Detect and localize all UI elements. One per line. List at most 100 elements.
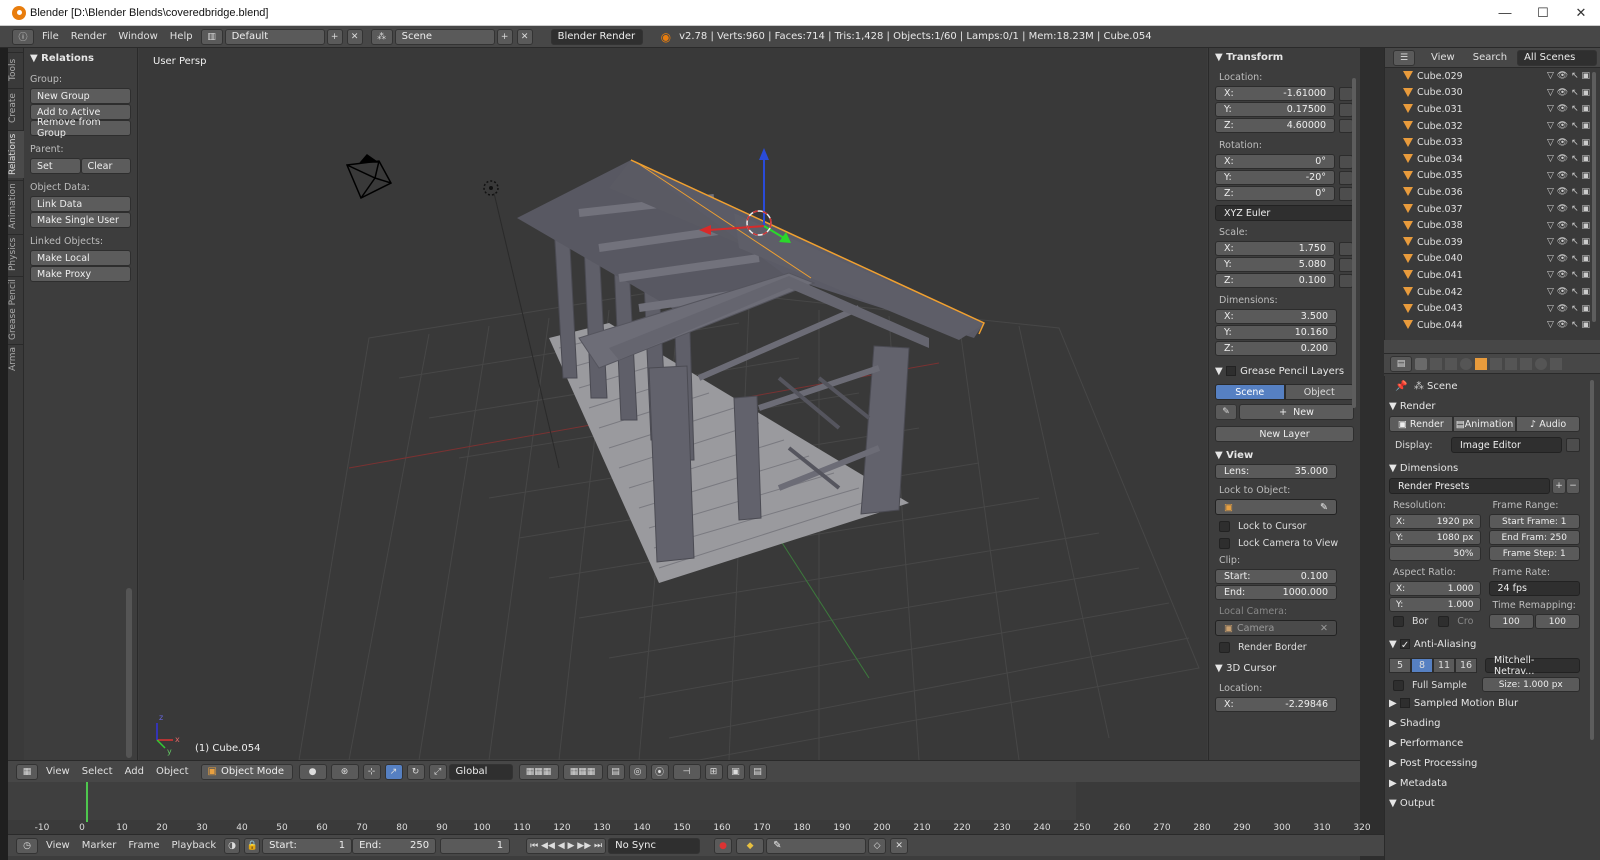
world-tab-icon[interactable] <box>1460 357 1472 370</box>
list-item[interactable]: Cube.041 ▽ 👁 ↖ ▣ <box>1385 267 1600 284</box>
properties-scrollbar[interactable] <box>1590 380 1594 740</box>
opengl-animation-icon[interactable]: ▤ <box>748 763 767 780</box>
lock-object-field[interactable]: ▣ ✎ <box>1215 499 1337 515</box>
local-camera-field[interactable]: ▣ Camera ✕ <box>1215 620 1337 636</box>
pivot-point-icon[interactable]: ⊛ <box>330 763 359 780</box>
gp-new-button[interactable]: + New <box>1239 404 1354 420</box>
metadata-panel-header[interactable]: ▶ Metadata <box>1389 773 1580 793</box>
lock-icon[interactable] <box>1339 187 1353 201</box>
scale-manipulator-icon[interactable]: ⤢ <box>428 763 447 780</box>
view-panel-header[interactable]: ▼ View <box>1215 446 1354 464</box>
list-item[interactable]: Cube.038 ▽ 👁 ↖ ▣ <box>1385 217 1600 234</box>
rotation-x-field[interactable]: X: 0° <box>1215 154 1335 169</box>
layout-field[interactable]: Default <box>224 28 325 45</box>
resolution-percent-field[interactable]: 50% <box>1389 546 1481 561</box>
menu-add[interactable]: Add <box>119 764 150 780</box>
outliner-filter-select[interactable]: All Scenes <box>1517 49 1598 66</box>
list-item[interactable]: Cube.031 ▽ 👁 ↖ ▣ <box>1385 101 1600 118</box>
render-slot-icon[interactable] <box>1566 438 1580 452</box>
frame-step-field[interactable]: Frame Step: 1 <box>1488 546 1580 561</box>
keying-set-field[interactable]: ✎ <box>766 837 867 854</box>
eyedropper-icon[interactable]: ✎ <box>1320 502 1328 513</box>
remove-scene-icon[interactable]: ✕ <box>516 28 533 45</box>
close-button[interactable]: ✕ <box>1562 5 1600 21</box>
rotation-y-field[interactable]: Y: -20° <box>1215 170 1335 185</box>
anti-aliasing-panel-header[interactable]: ▼ ✓ Anti-Aliasing <box>1389 634 1580 654</box>
render-layer-icon[interactable]: ▤ <box>606 763 625 780</box>
motion-blur-panel-header[interactable]: ▶ Sampled Motion Blur <box>1389 693 1580 713</box>
aa-size-field[interactable]: Size: 1.000 px <box>1481 677 1580 692</box>
set-parent-button[interactable]: Set <box>30 158 81 174</box>
list-item[interactable]: Cube.042 ▽ 👁 ↖ ▣ <box>1385 284 1600 301</box>
scene-tab-icon[interactable] <box>1445 357 1457 370</box>
aa-samples-11[interactable]: 11 <box>1433 658 1455 673</box>
dimension-y-field[interactable]: Y: 10.160 <box>1215 325 1337 340</box>
relations-panel-header[interactable]: ▼ Relations <box>30 50 131 66</box>
lock-icon[interactable] <box>1339 171 1353 185</box>
anti-aliasing-checkbox[interactable]: ✓ <box>1399 639 1410 651</box>
motion-blur-checkbox[interactable] <box>1399 698 1410 708</box>
constraints-tab-icon[interactable] <box>1490 357 1502 370</box>
remap-new-field[interactable]: 100 <box>1534 614 1580 629</box>
gp-scene-toggle[interactable]: Scene <box>1215 384 1285 400</box>
resolution-y-field[interactable]: Y: 1080 px <box>1389 530 1481 545</box>
post-processing-panel-header[interactable]: ▶ Post Processing <box>1389 753 1580 773</box>
list-item[interactable]: Cube.044 ▽ 👁 ↖ ▣ <box>1385 317 1600 334</box>
menu-help[interactable]: Help <box>164 29 199 45</box>
border-checkbox[interactable]: Bor <box>1389 616 1428 627</box>
remove-from-group-button[interactable]: Remove from Group <box>30 117 131 139</box>
lens-field[interactable]: Lens: 35.000 <box>1215 464 1337 479</box>
preview-range-icon[interactable]: ◑ <box>224 837 241 854</box>
tab-arma[interactable]: Arma <box>8 344 24 374</box>
manipulator-toggle-icon[interactable]: ⊹ <box>362 763 381 780</box>
grease-pencil-layers-header[interactable]: ▼ Grease Pencil Layers <box>1215 362 1354 380</box>
end-frame-field[interactable]: End Fram: 250 <box>1488 530 1580 545</box>
snap-element-icon[interactable]: ⊣ <box>672 763 701 780</box>
tab-animation[interactable]: Animation <box>8 180 24 232</box>
lock-range-icon[interactable]: 🔒 <box>244 837 261 854</box>
location-x-field[interactable]: X: -1.61000 <box>1215 86 1335 101</box>
minimize-button[interactable]: — <box>1486 5 1524 20</box>
render-presets-select[interactable]: Render Presets <box>1389 478 1550 494</box>
timeline[interactable]: -10 0 10 20 30 40 50 60 70 80 90 100 110 120 130 140 150… <box>8 782 1371 834</box>
menu-object[interactable]: Object <box>150 764 195 780</box>
menu-view[interactable]: View <box>40 764 76 780</box>
timeline-menu-playback[interactable]: Playback <box>165 838 222 854</box>
render-panel-header[interactable]: ▼ Render <box>1389 396 1580 416</box>
shading-panel-header[interactable]: ▶ Shading <box>1389 713 1580 733</box>
lock-icon[interactable] <box>1339 258 1353 272</box>
snap-toggle-icon[interactable]: ⦿ <box>650 763 669 780</box>
playhead[interactable] <box>86 782 88 822</box>
screen-layout-icon[interactable]: ▥ <box>200 28 223 45</box>
timeline-menu-marker[interactable]: Marker <box>76 838 123 854</box>
texture-tab-icon[interactable] <box>1550 357 1562 370</box>
output-panel-header[interactable]: ▼ Output <box>1389 793 1580 813</box>
tab-grease-pencil[interactable]: Grease Pencil <box>8 276 24 342</box>
translate-manipulator-icon[interactable]: ↗ <box>384 763 403 780</box>
clip-end-field[interactable]: End: 1000.000 <box>1215 585 1337 600</box>
delete-keyframe-icon[interactable]: ✕ <box>890 837 909 854</box>
scale-z-field[interactable]: Z: 0.100 <box>1215 273 1335 288</box>
clip-start-field[interactable]: Start: 0.100 <box>1215 569 1337 584</box>
new-group-button[interactable]: New Group <box>30 88 131 104</box>
location-y-field[interactable]: Y: 0.17500 <box>1215 102 1335 117</box>
end-frame-input[interactable]: End: 250 <box>352 837 437 854</box>
aspect-y-field[interactable]: Y: 1.000 <box>1389 597 1481 612</box>
tab-relations[interactable]: Relations <box>8 130 24 178</box>
remove-layout-icon[interactable]: ✕ <box>346 28 363 45</box>
lock-icon[interactable] <box>1339 274 1353 288</box>
list-item[interactable]: Cube.029 ▽ 👁 ↖ ▣ <box>1385 68 1600 85</box>
lock-icon[interactable] <box>1339 119 1353 133</box>
render-animation-button[interactable]: ▤ Animation <box>1452 416 1517 432</box>
transform-panel-header[interactable]: ▼ Transform <box>1215 48 1354 66</box>
editor-type-icon[interactable]: ⓘ <box>12 28 34 45</box>
render-border-checkbox[interactable]: Render Border <box>1215 642 1354 653</box>
full-sample-checkbox[interactable]: Full Sample <box>1389 679 1474 691</box>
properties-type-icon[interactable]: ▤ <box>1390 355 1412 372</box>
scene-field[interactable]: Scene <box>394 28 495 45</box>
render-engine-select[interactable]: Blender Render <box>550 28 643 45</box>
clear-parent-button[interactable]: Clear <box>80 158 131 174</box>
remap-old-field[interactable]: 100 <box>1488 614 1534 629</box>
maximize-button[interactable]: ☐ <box>1524 5 1562 21</box>
make-local-button[interactable]: Make Local <box>30 250 131 266</box>
